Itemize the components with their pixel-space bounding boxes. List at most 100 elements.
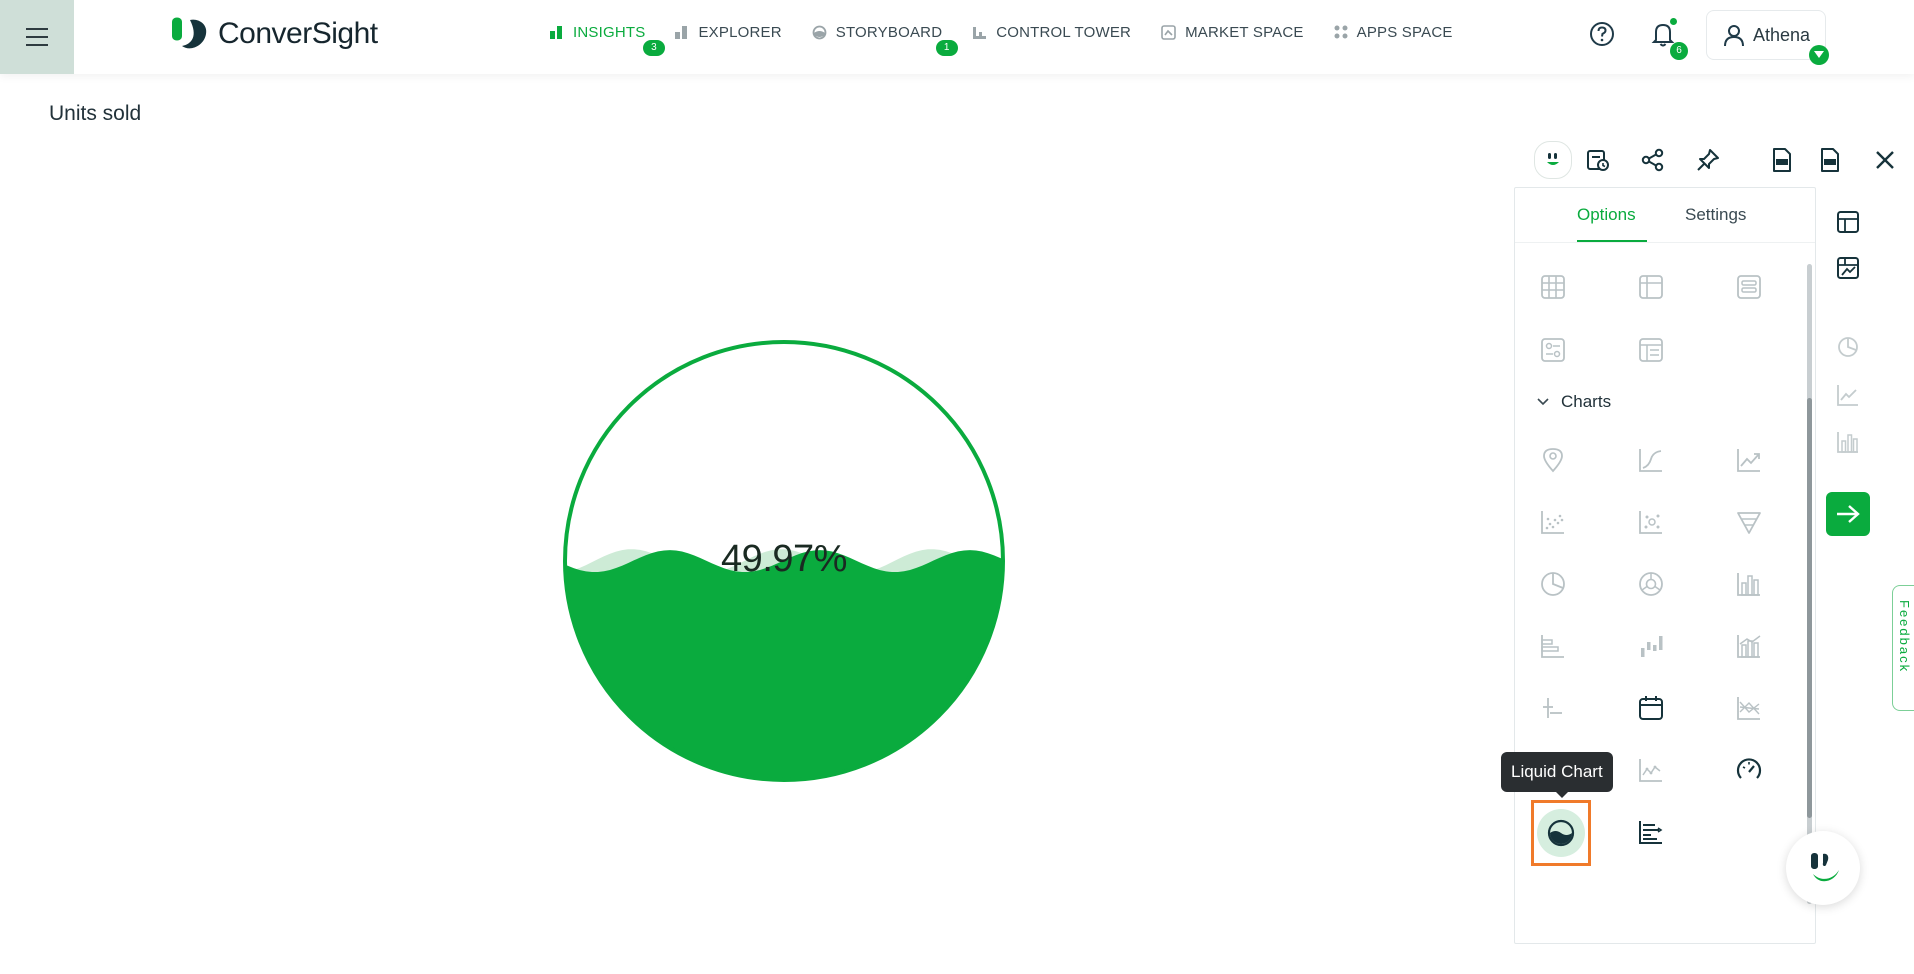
chat-assistant-button[interactable] <box>1786 831 1860 905</box>
nav-market-space[interactable]: MARKET SPACE <box>1161 24 1304 41</box>
assistant-toggle-button[interactable] <box>1534 141 1572 179</box>
bar-chart-icon <box>675 26 688 39</box>
user-menu-caret[interactable] <box>1809 45 1829 65</box>
calendar-chart-option[interactable] <box>1633 690 1669 726</box>
storyboard-icon <box>812 25 827 39</box>
chevron-down-icon <box>1537 398 1549 406</box>
scatter-chart-option[interactable] <box>1535 504 1571 540</box>
schedule-icon <box>1587 150 1609 171</box>
trend-line-chart-option[interactable] <box>1731 442 1767 478</box>
nav-label: MARKET SPACE <box>1185 23 1304 41</box>
bar-race-chart-option[interactable] <box>1633 814 1669 850</box>
grid-table-option[interactable] <box>1535 269 1571 305</box>
share-button[interactable] <box>1637 144 1669 176</box>
top-bar: ConverSight INSIGHTS 3 EXPLORER STORYBOA… <box>0 0 1914 74</box>
panel-tabs: Options Settings <box>1515 188 1815 243</box>
nav-explorer[interactable]: EXPLORER <box>675 24 782 41</box>
table-view-button[interactable] <box>1834 208 1862 236</box>
brand-name: ConverSight <box>218 17 378 50</box>
xlsx-file-icon <box>1821 148 1839 172</box>
feedback-tab[interactable]: Feedback <box>1892 585 1914 711</box>
calendar-icon <box>1639 696 1663 720</box>
map-pin-icon <box>1543 448 1563 473</box>
bubble-chart-option[interactable] <box>1633 504 1669 540</box>
curve-line-chart-option[interactable] <box>1633 442 1669 478</box>
tab-options[interactable]: Options <box>1577 205 1636 225</box>
schedule-button[interactable] <box>1582 144 1614 176</box>
notification-dot <box>1670 18 1677 25</box>
pie-view-button[interactable] <box>1834 333 1862 361</box>
export-pdf-button[interactable] <box>1766 144 1798 176</box>
hamburger-icon <box>26 28 48 46</box>
user-menu[interactable]: Athena <box>1706 10 1826 60</box>
nav-label: CONTROL TOWER <box>996 23 1132 41</box>
gauge-icon <box>1736 758 1762 779</box>
horizontal-bar-chart-option[interactable] <box>1535 628 1571 664</box>
nav-storyboard[interactable]: STORYBOARD 1 <box>812 23 958 56</box>
kpi-card-option[interactable] <box>1535 332 1571 368</box>
map-chart-option[interactable] <box>1535 442 1571 478</box>
nav-badge: 3 <box>643 39 665 56</box>
line-view-button[interactable] <box>1834 381 1862 409</box>
pin-icon <box>1697 149 1719 171</box>
nav-label: STORYBOARD <box>835 23 943 41</box>
tooltip-arrow <box>1555 791 1569 798</box>
tab-settings[interactable]: Settings <box>1685 205 1746 225</box>
kpi-card-icon <box>1541 338 1565 362</box>
dot-line-chart-option[interactable] <box>1633 752 1669 788</box>
card-list-option[interactable] <box>1731 269 1767 305</box>
donut-chart-icon <box>1639 572 1663 596</box>
funnel-chart-option[interactable] <box>1731 504 1767 540</box>
selected-option-highlight <box>1537 809 1585 857</box>
brand-logo[interactable]: ConverSight <box>168 14 378 54</box>
liquid-chart-option[interactable] <box>1531 800 1591 866</box>
column-chart-option[interactable] <box>1731 566 1767 602</box>
detail-table-icon <box>1639 338 1663 362</box>
nav-label: INSIGHTS <box>573 23 646 41</box>
menu-button[interactable] <box>0 0 74 74</box>
detail-table-option[interactable] <box>1633 332 1669 368</box>
column-chart-icon <box>1837 432 1858 453</box>
main-nav: INSIGHTS 3 EXPLORER STORYBOARD 1 CONTROL… <box>550 20 1483 56</box>
gantt-chart-option[interactable] <box>1535 690 1571 726</box>
liquid-chart-tooltip: Liquid Chart <box>1501 752 1613 792</box>
gantt-chart-icon <box>1543 698 1562 718</box>
apply-arrow-button[interactable] <box>1826 492 1870 536</box>
user-icon <box>1724 25 1744 47</box>
conversight-assistant-icon <box>1811 853 1839 882</box>
nav-badge: 1 <box>935 39 958 56</box>
funnel-chart-icon <box>1737 512 1761 534</box>
charts-section-title: Charts <box>1561 392 1612 411</box>
help-button[interactable] <box>1588 20 1616 48</box>
horizontal-bar-chart-icon <box>1541 635 1564 658</box>
nav-label: APPS SPACE <box>1356 23 1453 41</box>
close-button[interactable] <box>1869 144 1901 176</box>
card-list-icon <box>1737 275 1761 299</box>
conversight-face-icon <box>1547 153 1559 165</box>
conversight-logo-icon <box>172 17 207 49</box>
export-xlsx-button[interactable] <box>1814 144 1846 176</box>
pivot-table-icon <box>1639 275 1663 299</box>
gauge-chart-option[interactable] <box>1731 752 1767 788</box>
liquid-chart-icon <box>1547 819 1575 847</box>
active-tab-indicator <box>1577 240 1647 242</box>
nav-control-tower[interactable]: CONTROL TOWER <box>972 24 1131 41</box>
column-chart-icon <box>1737 573 1760 596</box>
panel-scrollbar-thumb[interactable] <box>1807 398 1812 818</box>
pie-chart-icon <box>1541 572 1565 596</box>
combo-chart-option[interactable] <box>1731 628 1767 664</box>
nav-apps-space[interactable]: APPS SPACE <box>1334 24 1453 41</box>
table-view-icon <box>1837 211 1859 233</box>
pie-chart-option[interactable] <box>1535 566 1571 602</box>
notification-count-badge: 6 <box>1670 42 1688 60</box>
waterfall-chart-option[interactable] <box>1633 628 1669 664</box>
pivot-table-option[interactable] <box>1633 269 1669 305</box>
donut-chart-option[interactable] <box>1633 566 1669 602</box>
pin-button[interactable] <box>1692 144 1724 176</box>
chart-table-view-button[interactable] <box>1834 254 1862 282</box>
parallel-chart-option[interactable] <box>1731 690 1767 726</box>
close-icon <box>1876 151 1894 169</box>
bar-view-button[interactable] <box>1834 428 1862 456</box>
nav-insights[interactable]: INSIGHTS 3 <box>550 23 665 56</box>
charts-section-header[interactable]: Charts <box>1537 392 1611 412</box>
